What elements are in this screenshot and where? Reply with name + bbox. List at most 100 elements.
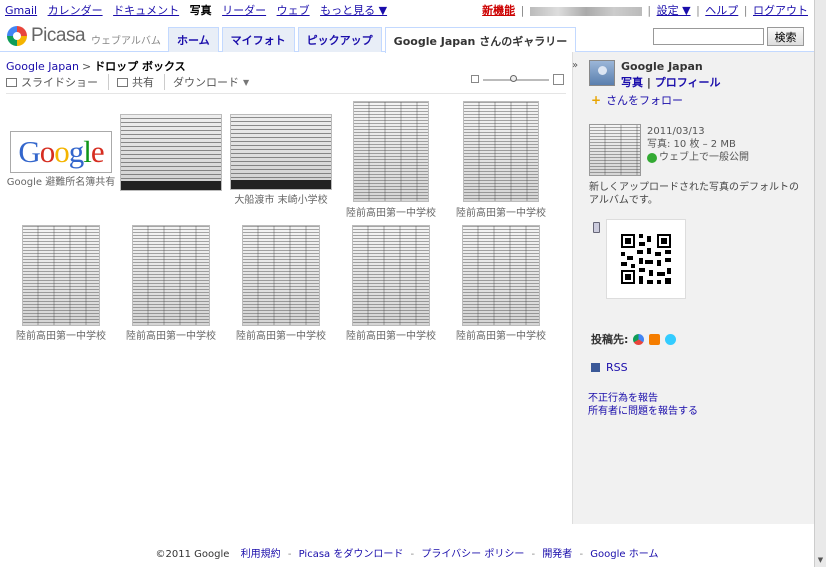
follow-link[interactable]: + さんをフォロー xyxy=(591,92,683,108)
tab-my-photos[interactable]: マイフォト xyxy=(221,27,295,52)
album-toolbar: スライドショー 共有 ダウンロード ▼ xyxy=(6,74,267,90)
photo-item[interactable]: Google Google 避難所名簿共有 xyxy=(7,131,115,191)
scroll-down-icon[interactable]: ▼ xyxy=(816,556,825,565)
tab-featured[interactable]: ピックアップ xyxy=(297,27,382,52)
download-button[interactable]: ダウンロード ▼ xyxy=(173,74,259,90)
separator: - xyxy=(579,549,584,560)
logout-link[interactable]: ログアウト xyxy=(753,4,808,17)
divider xyxy=(6,93,566,94)
footer-link-terms[interactable]: 利用規約 xyxy=(241,549,281,560)
new-feature-link[interactable]: 新機能 xyxy=(482,4,515,17)
help-link[interactable]: ヘルプ xyxy=(705,4,738,17)
gbar-link-reader[interactable]: リーダー xyxy=(222,4,266,17)
breadcrumb-owner-link[interactable]: Google Japan xyxy=(6,60,79,73)
album-info: 2011/03/13 写真: 10 枚 – 2 MB ウェブ上で一般公開 xyxy=(647,125,749,164)
logo-letter: e xyxy=(90,134,105,169)
small-thumbnail-icon[interactable] xyxy=(471,75,479,83)
rss-link[interactable]: RSS xyxy=(591,361,628,374)
google-bar-account: 新機能 | | 設定 ▼ | ヘルプ | ログアウト xyxy=(482,2,808,18)
add-person-icon: + xyxy=(591,93,602,107)
footer-link-privacy[interactable]: プライバシー ポリシー xyxy=(421,549,524,560)
gbar-link-photos: 写真 xyxy=(189,4,212,17)
photo-thumbnail[interactable] xyxy=(132,225,210,326)
gbar-link-web[interactable]: ウェブ xyxy=(277,4,310,17)
share-button[interactable]: 共有 xyxy=(117,74,165,90)
album-cover-thumbnail[interactable] xyxy=(589,124,641,176)
separator: | xyxy=(646,76,655,89)
gbar-link-calendar[interactable]: カレンダー xyxy=(48,4,103,17)
photo-item[interactable]: 陸前高田第一中学校 xyxy=(456,101,546,219)
breadcrumb: Google Japan > ドロップ ボックス xyxy=(6,58,186,74)
photos-link[interactable]: 写真 xyxy=(621,76,643,89)
picasa-logo[interactable]: Picasa ウェブアルバム xyxy=(7,25,161,47)
footer: ©2011 Google 利用規約 - Picasa をダウンロード - プライ… xyxy=(0,545,814,560)
share-to: 投稿先: xyxy=(591,331,677,347)
slider-handle[interactable] xyxy=(510,75,517,82)
owner-name: Google Japan xyxy=(621,60,703,73)
album-date: 2011/03/13 xyxy=(647,126,705,137)
gbar-link-more[interactable]: もっと見る ▼ xyxy=(320,4,387,17)
photo-item[interactable]: 陸前高田第一中学校 xyxy=(16,225,106,342)
follow-label[interactable]: さんをフォロー xyxy=(606,92,683,108)
photo-thumbnail[interactable] xyxy=(352,225,430,326)
photo-thumbnail[interactable] xyxy=(230,114,332,190)
footer-link-google-home[interactable]: Google ホーム xyxy=(590,549,658,560)
footer-link-download[interactable]: Picasa をダウンロード xyxy=(299,549,404,560)
logo-text: Picasa xyxy=(31,25,86,46)
user-email-redacted xyxy=(529,6,642,16)
separator: - xyxy=(287,549,292,560)
picasa-pinwheel-icon xyxy=(7,26,27,46)
search-button[interactable]: 検索 xyxy=(767,27,804,46)
photo-caption: 陸前高田第一中学校 xyxy=(456,208,546,219)
nav-tabs: ホーム マイフォト ピックアップ Google Japan さんのギャラリー xyxy=(168,27,579,53)
tab-home[interactable]: ホーム xyxy=(168,27,219,52)
photo-thumbnail[interactable] xyxy=(22,225,100,326)
slideshow-button[interactable]: スライドショー xyxy=(6,74,109,90)
double-chevron-right-icon[interactable]: » xyxy=(572,60,578,71)
gbar-link-docs[interactable]: ドキュメント xyxy=(113,4,179,17)
photo-item[interactable]: 陸前高田第一中学校 xyxy=(236,225,326,342)
photo-item[interactable]: 陸前高田第一中学校 xyxy=(346,101,436,219)
photo-item[interactable]: 大船渡市 末崎小学校 xyxy=(230,114,332,206)
photo-item[interactable]: 陸前高田第一中学校 xyxy=(126,225,216,342)
gbar-link-gmail[interactable]: Gmail xyxy=(5,4,37,17)
large-thumbnail-icon[interactable] xyxy=(553,74,564,85)
separator: - xyxy=(531,549,536,560)
separator: | xyxy=(696,4,700,17)
album-stats: 写真: 10 枚 – 2 MB xyxy=(647,139,736,150)
footer-link-developers[interactable]: 開発者 xyxy=(542,549,572,560)
slideshow-label: スライドショー xyxy=(21,76,98,89)
photo-thumbnail[interactable] xyxy=(242,225,320,326)
logo-letter: G xyxy=(18,134,40,169)
chevron-down-icon: ▼ xyxy=(243,77,250,87)
profile-link[interactable]: プロフィール xyxy=(655,76,721,89)
twitter-icon[interactable] xyxy=(665,333,677,345)
photo-thumbnail[interactable]: Google xyxy=(10,131,112,173)
blogger-icon[interactable] xyxy=(649,333,661,345)
avatar[interactable] xyxy=(589,60,615,86)
buzz-icon[interactable] xyxy=(633,333,645,345)
separator: | xyxy=(520,4,525,17)
photo-item[interactable]: 陸前高田第一中学校 xyxy=(346,225,436,342)
report-owner-link[interactable]: 所有者に問題を報告する xyxy=(588,402,698,417)
rss-label[interactable]: RSS xyxy=(606,361,628,374)
logo-letter: o xyxy=(54,134,69,169)
google-bar: Gmail カレンダー ドキュメント 写真 リーダー ウェブ もっと見る ▼ 新… xyxy=(0,0,814,18)
search-input[interactable] xyxy=(653,28,764,45)
photo-thumbnail[interactable] xyxy=(462,225,540,326)
photo-caption: 陸前高田第一中学校 xyxy=(456,331,546,342)
photo-item[interactable] xyxy=(120,114,222,192)
logo-letter: o xyxy=(39,134,55,169)
mail-icon xyxy=(117,77,128,87)
photo-thumbnail[interactable] xyxy=(463,101,539,202)
page-scrollbar[interactable]: ▼ xyxy=(814,0,826,567)
separator: | xyxy=(743,4,748,17)
album-description: 新しくアップロードされた写真のデフォルトのアルバムです。 xyxy=(589,182,799,206)
photo-thumbnail[interactable] xyxy=(353,101,429,202)
photo-item[interactable]: 陸前高田第一中学校 xyxy=(456,225,546,342)
tab-gallery[interactable]: Google Japan さんのギャラリー xyxy=(384,27,577,53)
thumbnail-size-slider[interactable] xyxy=(471,74,564,86)
settings-link[interactable]: 設定 ▼ xyxy=(657,4,691,17)
photo-thumbnail[interactable] xyxy=(120,114,222,191)
logo-subtitle: ウェブアルバム xyxy=(91,35,161,47)
